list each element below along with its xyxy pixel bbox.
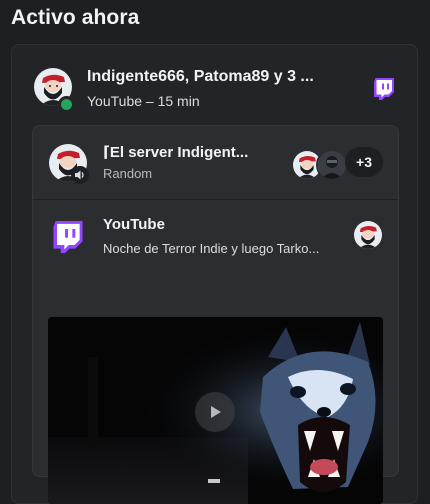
more-members-count[interactable]: +3 xyxy=(345,147,383,177)
voice-server-row[interactable]: ⌈El server Indigent... Random +3 xyxy=(33,126,398,200)
play-icon[interactable] xyxy=(195,392,235,432)
channel-name: Random xyxy=(103,166,153,181)
speaker-icon xyxy=(71,166,89,184)
streamer-avatar[interactable] xyxy=(354,221,382,249)
activity-details-panel: ⌈El server Indigent... Random +3 YouTube… xyxy=(32,125,399,504)
section-heading: Activo ahora xyxy=(11,6,140,29)
stream-platform-title[interactable]: YouTube xyxy=(103,216,165,233)
activity-subtitle: YouTube – 15 min xyxy=(87,93,200,109)
twitch-icon xyxy=(374,78,394,100)
activity-title[interactable]: Indigente666, Patoma89 y 3 ... xyxy=(87,68,314,86)
stream-preview[interactable] xyxy=(48,317,383,504)
twitch-icon xyxy=(53,221,83,253)
activity-card[interactable]: Indigente666, Patoma89 y 3 ... YouTube –… xyxy=(11,44,418,504)
server-name[interactable]: ⌈El server Indigent... xyxy=(103,143,248,161)
stream-title: Noche de Terror Indie y luego Tarko... xyxy=(103,241,320,256)
online-status-icon xyxy=(58,96,75,113)
member-avatar[interactable] xyxy=(316,149,348,181)
